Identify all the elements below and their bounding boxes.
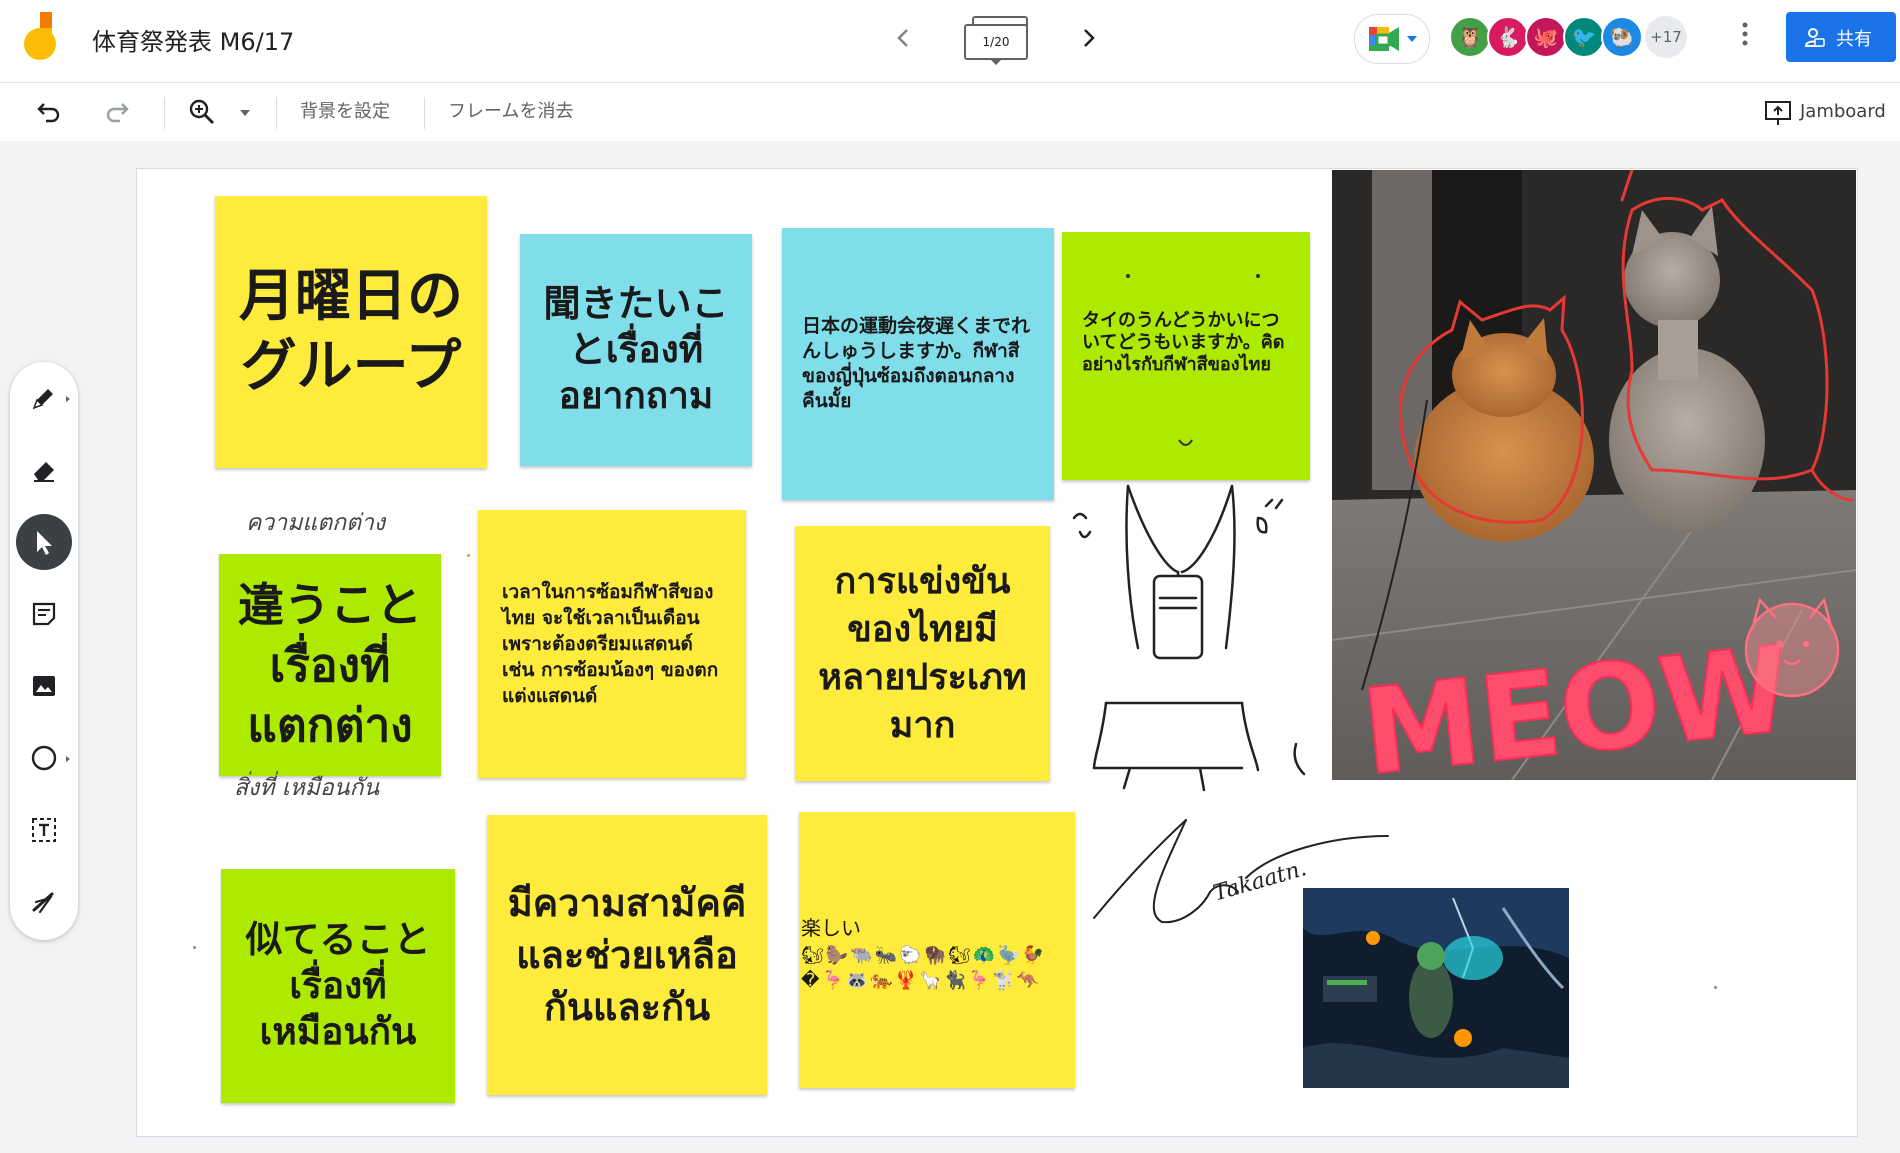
cursor-arrow-icon <box>37 531 52 555</box>
sticky-note-monday-group[interactable]: 月曜日のグループ <box>215 196 487 468</box>
share-label: 共有 <box>1836 29 1872 50</box>
sticky-note-unity[interactable]: มีความสามัคคี และช่วยเหลือกันและกัน <box>487 815 767 1095</box>
rabbit-icon[interactable]: 🐇 <box>1487 16 1529 58</box>
sticky-note-practice-time[interactable]: เวลาในการซ้อมกีฬาสีของไทย จะใช้เวลาเป็นเ… <box>478 510 746 778</box>
sticky-note-similar-things[interactable]: 似てることเรื่องที่เหมือนกัน <box>221 869 455 1103</box>
cat-photo-illustration: MEOW <box>1332 170 1856 780</box>
sticky-note-icon <box>32 602 56 626</box>
emoji-row: 🐿🦫🐃🐜🐑🦬🐿🦚🦤🐓 <box>801 945 1046 966</box>
frame-counter-label: 1/20 <box>964 24 1028 60</box>
sticky-note-many-competitions[interactable]: การแข่งขันของไทยมีหลายประเภทมาก <box>795 526 1050 781</box>
share-button[interactable]: 共有 <box>1786 12 1896 62</box>
toolbar-divider <box>424 97 425 129</box>
cat-photo-image[interactable]: MEOW <box>1332 170 1856 780</box>
frame-counter-button[interactable]: 1/20 <box>964 16 1028 65</box>
top-bar: 体育祭発表 M6/17 1/20 🦉 🐇 🐙 🐦 🐏 +17 共有 <box>0 0 1900 83</box>
previous-frame-button[interactable] <box>883 20 923 56</box>
more-participants-badge[interactable]: +17 <box>1645 16 1687 58</box>
shape-options-icon <box>66 756 70 762</box>
editing-toolbar: 背景を設定 フレームを消去 Jamboard <box>0 83 1900 141</box>
redo-icon <box>106 103 129 123</box>
toolbar-divider <box>276 97 277 129</box>
clear-frame-button[interactable]: フレームを消去 <box>448 93 573 131</box>
google-meet-icon <box>1369 27 1399 51</box>
image-icon <box>33 676 55 696</box>
tool-sidebar <box>10 362 78 940</box>
octopus-icon[interactable]: 🐙 <box>1525 16 1567 58</box>
shape-tool-button[interactable] <box>16 730 72 786</box>
ram-icon[interactable]: 🐏 <box>1601 16 1643 58</box>
signature-text: Takaatn. <box>1211 856 1310 906</box>
jamboard-label: Jamboard <box>1800 101 1886 122</box>
chevron-down-icon <box>991 60 1001 65</box>
sticky-note-thailand-sports-day[interactable]: タイのうんどうかいについてどうもいますか。คิดอย่างไรกับกีฬาสี… <box>1062 232 1310 480</box>
text-box-tool-button[interactable] <box>16 802 72 858</box>
sticky-note-different-things[interactable]: 違うことเรื่องที่แตกต่าง <box>219 554 441 776</box>
emoji-row: �🦩🦝🐅🦞🦙🐈‍⬛🦩🐩🦘 <box>801 970 1042 991</box>
circle-shape-icon <box>31 745 57 771</box>
pen-icon <box>32 389 53 410</box>
handwritten-differences-label[interactable]: ความแตกต่าง <box>246 505 385 541</box>
more-options-icon[interactable] <box>1730 20 1760 56</box>
jamboard-cast-button[interactable]: Jamboard <box>1764 93 1900 131</box>
laser-tool-button[interactable] <box>16 874 72 930</box>
jamboard-logo-icon[interactable] <box>22 12 66 64</box>
game-character-illustration <box>1303 888 1569 1088</box>
stray-dot <box>193 946 196 949</box>
laser-pointer-icon <box>32 892 54 914</box>
bird-icon[interactable]: 🐦 <box>1563 16 1605 58</box>
pen-tool-button[interactable] <box>16 370 72 426</box>
next-frame-button[interactable] <box>1069 20 1109 56</box>
handwritten-same-things-label[interactable]: สิ่งที่ เหมือนกัน <box>234 770 379 806</box>
caret-down-icon <box>240 110 250 116</box>
stray-dot <box>1714 986 1717 989</box>
meet-button[interactable] <box>1354 14 1430 64</box>
redo-button[interactable] <box>104 93 142 131</box>
add-image-tool-button[interactable] <box>16 658 72 714</box>
toolbar-divider <box>164 97 165 129</box>
undo-icon <box>37 103 60 123</box>
present-to-jamboard-icon <box>1765 101 1791 125</box>
select-tool-button[interactable] <box>16 514 72 570</box>
stray-dot <box>467 554 470 557</box>
sticky-note-tool-button[interactable] <box>16 586 72 642</box>
document-title[interactable]: 体育祭発表 M6/17 <box>92 22 294 57</box>
zoom-in-icon <box>189 99 214 124</box>
sticky-note-fun[interactable]: 楽しい 🐿🦫🐃🐜🐑🦬🐿🦚🦤🐓 �🦩🦝🐅🦞🦙🐈‍⬛🦩🐩🦘 <box>799 812 1075 1088</box>
zoom-dropdown-button[interactable] <box>238 93 258 131</box>
owl-icon[interactable]: 🦉 <box>1449 16 1491 58</box>
text-box-icon <box>32 818 56 842</box>
eraser-tool-button[interactable] <box>16 442 72 498</box>
smiley-drawing <box>1126 274 1260 446</box>
note-text: 楽しい <box>801 916 861 940</box>
set-background-button[interactable]: 背景を設定 <box>300 93 390 131</box>
whistle-person-drawing[interactable] <box>1066 478 1322 796</box>
pen-options-icon <box>66 396 70 402</box>
sticky-note-japan-sports-day[interactable]: 日本の運動会夜遅くまでれんしゅうしますか。กีฬาสีของญี่ปุ่นซ้อ… <box>782 228 1054 500</box>
undo-button[interactable] <box>36 93 74 131</box>
zoom-button[interactable] <box>188 93 226 131</box>
person-add-icon <box>1804 28 1825 47</box>
sticky-note-want-to-ask[interactable]: 聞きたいことเรื่องที่อยากถาม <box>520 234 752 466</box>
eraser-icon <box>34 462 54 482</box>
game-character-image[interactable] <box>1303 888 1569 1088</box>
meet-dropdown-icon <box>1407 36 1417 42</box>
